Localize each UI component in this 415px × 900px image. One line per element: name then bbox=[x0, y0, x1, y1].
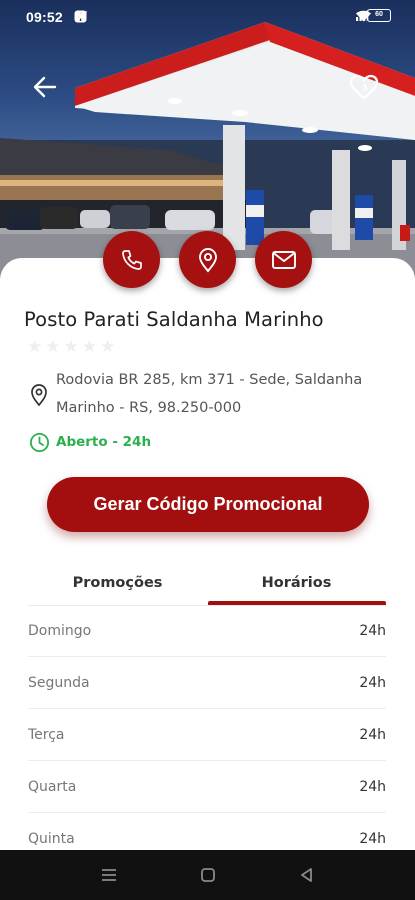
status-time: 09:52 bbox=[26, 9, 63, 25]
status-bar: 09:52 60 bbox=[0, 0, 415, 34]
hours-day: Terça bbox=[28, 726, 65, 743]
hours-row: Domingo 24h bbox=[28, 605, 386, 657]
star-icon: ★ bbox=[63, 337, 79, 357]
menu-lines-icon bbox=[102, 869, 116, 881]
star-icon: ★ bbox=[81, 337, 97, 357]
generate-promo-code-button[interactable]: Gerar Código Promocional bbox=[47, 477, 369, 532]
open-status: Aberto - 24h bbox=[56, 434, 152, 450]
hours-value: 24h bbox=[359, 622, 386, 639]
square-icon bbox=[201, 868, 215, 882]
back-button[interactable] bbox=[33, 76, 65, 108]
tab-hours[interactable]: Horários bbox=[207, 566, 386, 604]
clock-icon bbox=[29, 432, 50, 453]
hours-day: Quarta bbox=[28, 778, 77, 795]
location-pin-icon bbox=[198, 247, 217, 272]
favorite-count: 3 bbox=[362, 83, 368, 92]
hours-value: 24h bbox=[359, 830, 386, 847]
dot-icon bbox=[75, 10, 141, 23]
system-icons: 60 bbox=[355, 9, 391, 22]
tab-promotions[interactable]: Promoções bbox=[28, 566, 207, 604]
hours-value: 24h bbox=[359, 674, 386, 691]
hours-day: Quinta bbox=[28, 830, 75, 847]
hours-day: Segunda bbox=[28, 674, 90, 691]
phone-icon bbox=[121, 249, 142, 270]
arrow-left-icon bbox=[33, 76, 57, 98]
opening-hours-list: Domingo 24h Segunda 24h Terça 24h Quarta… bbox=[28, 605, 386, 865]
triangle-back-icon bbox=[301, 868, 312, 882]
hours-row: Quarta 24h bbox=[28, 761, 386, 813]
hours-row: Terça 24h bbox=[28, 709, 386, 761]
call-button[interactable] bbox=[103, 231, 160, 288]
hours-row: Segunda 24h bbox=[28, 657, 386, 709]
facebook-icon bbox=[74, 10, 105, 23]
star-icon: ★ bbox=[45, 337, 61, 357]
telegram-icon bbox=[75, 10, 123, 23]
recent-apps-button[interactable] bbox=[94, 862, 124, 888]
system-navigation-bar bbox=[0, 850, 415, 900]
email-button[interactable] bbox=[255, 231, 312, 288]
station-name: Posto Parati Saldanha Marinho bbox=[24, 308, 324, 331]
back-nav-button[interactable] bbox=[292, 862, 322, 888]
map-location-button[interactable] bbox=[179, 231, 236, 288]
hours-value: 24h bbox=[359, 778, 386, 795]
star-icon: ★ bbox=[27, 337, 43, 357]
station-address: Rodovia BR 285, km 371 - Sede, Saldanha … bbox=[56, 372, 363, 416]
mail-icon bbox=[271, 250, 296, 269]
star-icon: ★ bbox=[100, 337, 116, 357]
tab-bar: Promoções Horários bbox=[28, 566, 386, 606]
rating-stars: ★ ★ ★ ★ ★ bbox=[27, 339, 115, 356]
location-pin-icon bbox=[31, 384, 47, 407]
home-button[interactable] bbox=[193, 862, 223, 888]
hours-day: Domingo bbox=[28, 622, 92, 639]
favorite-button[interactable]: 3 bbox=[349, 74, 383, 106]
notification-icons bbox=[74, 10, 141, 23]
hours-value: 24h bbox=[359, 726, 386, 743]
